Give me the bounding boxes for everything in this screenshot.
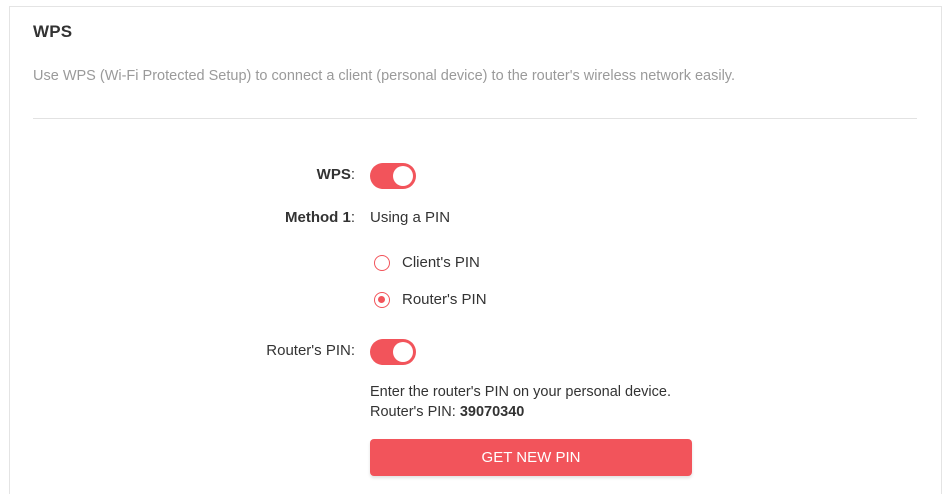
radio-label: Router's PIN xyxy=(402,291,487,308)
divider xyxy=(33,118,917,119)
method1-value: Using a PIN xyxy=(370,209,451,226)
toggle-knob xyxy=(393,342,413,362)
radio-routers-pin[interactable]: Router's PIN xyxy=(374,291,487,308)
router-pin-label-text: Router's PIN xyxy=(266,342,351,359)
method1-label: Method 1: xyxy=(284,209,355,226)
router-pin-toggle[interactable] xyxy=(370,339,416,365)
router-pin-value: 39070340 xyxy=(459,404,525,420)
radio-button-checked[interactable] xyxy=(374,291,390,308)
wps-toggle[interactable] xyxy=(370,163,416,189)
radio-label: Client's PIN xyxy=(402,254,480,271)
router-pin-instruction: Enter the router's PIN on your personal … xyxy=(370,384,671,400)
section-title: WPS xyxy=(33,22,73,41)
wps-label-text: WPS xyxy=(316,166,351,183)
router-pin-prefix: Router's PIN: xyxy=(370,404,456,420)
get-new-pin-button[interactable]: GET NEW PIN xyxy=(370,439,692,476)
method1-label-text: Method 1 xyxy=(284,209,351,226)
radio-button[interactable] xyxy=(374,254,390,271)
toggle-knob xyxy=(393,166,413,186)
router-pin-display: Router's PIN: 39070340 xyxy=(370,404,524,420)
router-pin-label: Router's PIN: xyxy=(266,342,355,359)
section-description: Use WPS (Wi-Fi Protected Setup) to conne… xyxy=(33,68,735,84)
wps-label: WPS: xyxy=(316,166,355,183)
radio-clients-pin[interactable]: Client's PIN xyxy=(374,254,480,271)
